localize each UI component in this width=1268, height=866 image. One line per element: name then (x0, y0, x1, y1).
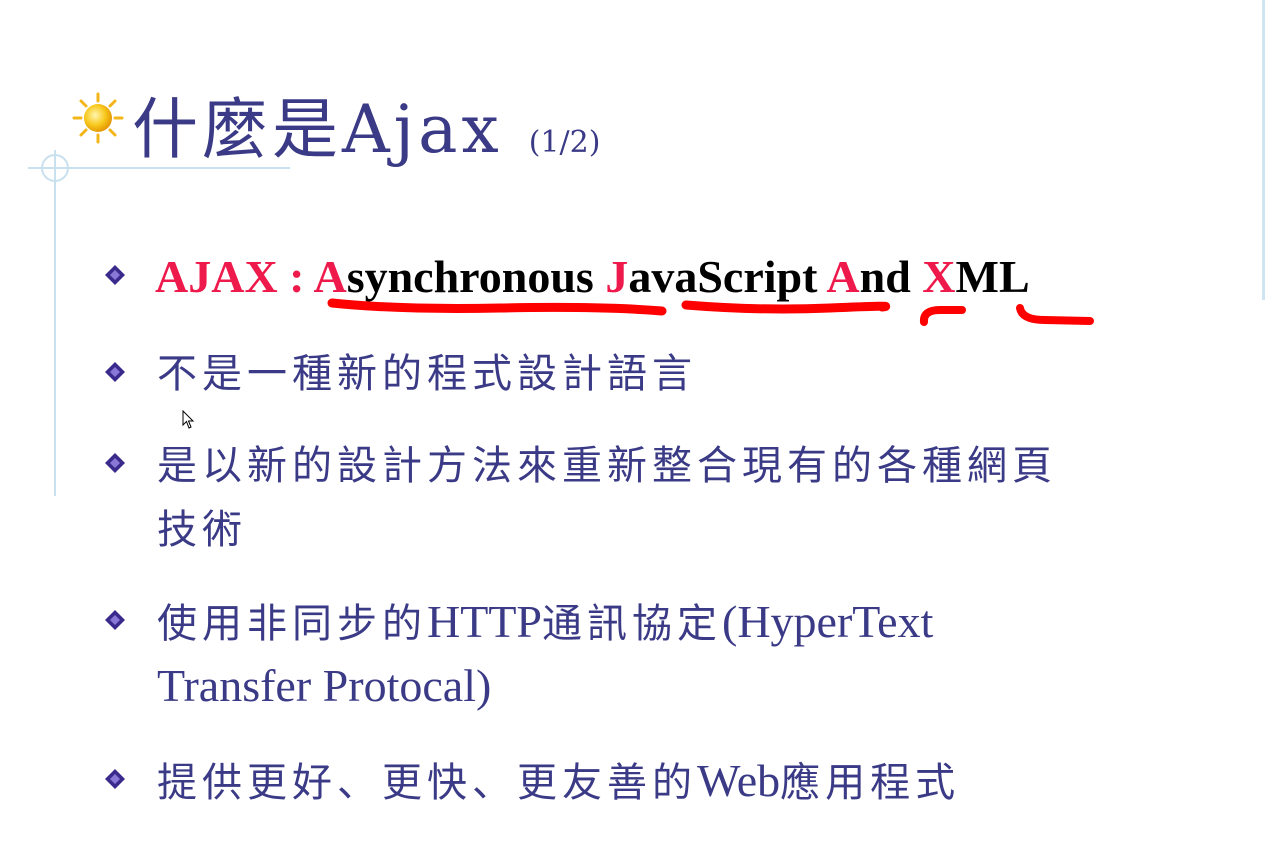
underline-mark (327, 298, 667, 316)
ajax-prefix: AJAX : (155, 251, 314, 302)
bullet-text-continued: 技術 (157, 507, 247, 553)
bullet-text-part: 提供更好、更快、更友善的 (157, 760, 697, 806)
title-text: 什麼是Ajax (132, 91, 503, 168)
bullet-text-part: 使用非同步的 (157, 601, 427, 647)
bullet-text: 不是一種新的程式設計語言 (157, 351, 697, 397)
decorative-line-vertical (54, 150, 56, 496)
acronym-word-rest: ML (955, 251, 1030, 302)
title-page-indicator: (1/2) (528, 125, 601, 160)
sun-icon (72, 92, 124, 144)
mouse-cursor-icon (182, 410, 195, 429)
acronym-word-rest: avaScript (628, 251, 827, 302)
acronym-word-rest: nd (859, 251, 923, 302)
bullet-text-part: 通訊協定 (542, 601, 722, 647)
underline-mark (681, 300, 891, 314)
bullet-text: 使用非同步的HTTP通訊協定(HyperText (157, 592, 933, 654)
diamond-bullet-icon (105, 265, 125, 285)
bullet-text-part: 應用程式 (780, 760, 961, 806)
decorative-ring (41, 154, 69, 182)
acronym-letter: J (605, 251, 629, 302)
decorative-edge-line (1262, 0, 1265, 300)
slide-title: 什麼是Ajax (1/2) (132, 76, 600, 172)
diamond-bullet-icon (105, 769, 125, 789)
bullet-text-part: HTTP (427, 596, 542, 647)
underline-mark (1016, 304, 1094, 325)
underline-mark (919, 306, 966, 326)
bullet-text-part: (HyperText (722, 596, 934, 647)
bullet-text-continued: Transfer Protocal) (157, 660, 492, 711)
diamond-bullet-icon (105, 610, 125, 630)
acronym-letter: X (922, 251, 956, 302)
slide: 什麼是Ajax (1/2) AJAX : Asynchronous JavaScr… (0, 0, 1268, 866)
bullet-text-part: Web (697, 755, 781, 806)
bullet-text: 是以新的設計方法來重新整合現有的各種網頁 (157, 443, 1057, 489)
acronym-word-rest: synchronous (346, 251, 606, 302)
bullet-text: 提供更好、更快、更友善的Web應用程式 (157, 751, 960, 813)
acronym-letter: A (313, 251, 347, 302)
diamond-bullet-icon (105, 362, 125, 382)
ajax-definition: AJAX : Asynchronous JavaScript And XML (155, 250, 1030, 303)
diamond-bullet-icon (105, 453, 125, 473)
acronym-letter: A (826, 251, 860, 302)
